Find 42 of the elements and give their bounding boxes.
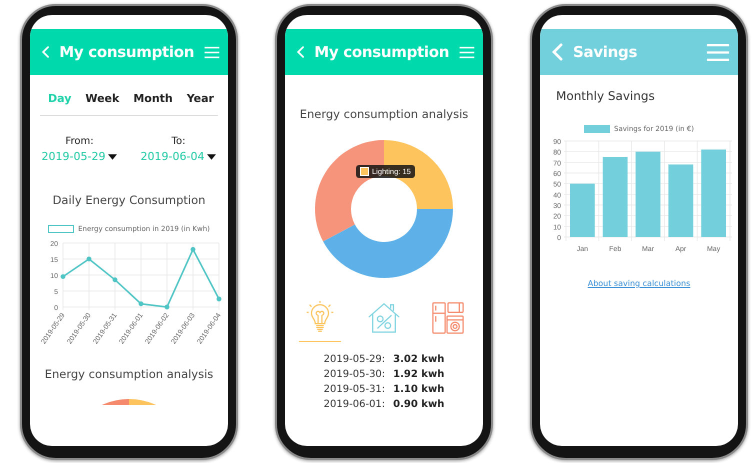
data-point bbox=[86, 256, 92, 262]
date-label: 2019-05-29: bbox=[324, 354, 386, 365]
date-label: 2019-05-30: bbox=[324, 369, 386, 380]
back-icon[interactable] bbox=[552, 43, 563, 61]
info-link[interactable]: About saving calculations bbox=[588, 279, 690, 288]
color-swatch bbox=[360, 167, 369, 176]
period-tab[interactable]: Year bbox=[186, 92, 214, 105]
chart-title: Daily Energy Consumption bbox=[52, 193, 206, 207]
from-label: From: bbox=[65, 136, 94, 147]
category-tab[interactable] bbox=[299, 301, 341, 342]
screen-title: My consumption bbox=[314, 43, 450, 61]
date-dropdown[interactable]: 2019-05-29 bbox=[42, 150, 118, 163]
data-point bbox=[216, 296, 222, 302]
legend-swatch bbox=[584, 125, 610, 133]
back-icon[interactable] bbox=[42, 43, 50, 61]
data-point bbox=[60, 274, 66, 279]
data-point bbox=[138, 301, 144, 306]
date-label: 2019-05-31: bbox=[324, 384, 386, 395]
screen-title: My consumption bbox=[59, 43, 194, 61]
data-point bbox=[112, 277, 118, 282]
data-point bbox=[190, 247, 196, 252]
section-title: Monthly Savings bbox=[556, 89, 655, 103]
data-point bbox=[164, 304, 170, 310]
to-label: To: bbox=[172, 136, 186, 147]
energy-value: 1.10 kwh bbox=[393, 384, 444, 395]
chart-title: Energy consumption analysis bbox=[300, 107, 468, 121]
section-title: Energy consumption analysis bbox=[44, 367, 214, 381]
legend-swatch bbox=[48, 225, 74, 233]
period-tab[interactable]: Week bbox=[85, 92, 120, 105]
screen-title: Savings bbox=[573, 43, 638, 61]
caret-icon bbox=[108, 154, 118, 160]
date-label: 2019-06-01: bbox=[324, 399, 386, 410]
energy-value: 3.02 kwh bbox=[393, 354, 444, 365]
period-tab[interactable]: Day bbox=[48, 92, 72, 105]
menu-icon[interactable] bbox=[706, 42, 730, 62]
date-dropdown[interactable]: 2019-06-04 bbox=[140, 150, 216, 163]
bar bbox=[570, 184, 595, 237]
energy-value: 0.90 kwh bbox=[393, 399, 444, 410]
caret-icon bbox=[207, 154, 216, 160]
energy-value: 1.92 kwh bbox=[393, 369, 444, 380]
period-tab[interactable]: Month bbox=[133, 92, 173, 105]
back-icon[interactable] bbox=[297, 43, 304, 61]
